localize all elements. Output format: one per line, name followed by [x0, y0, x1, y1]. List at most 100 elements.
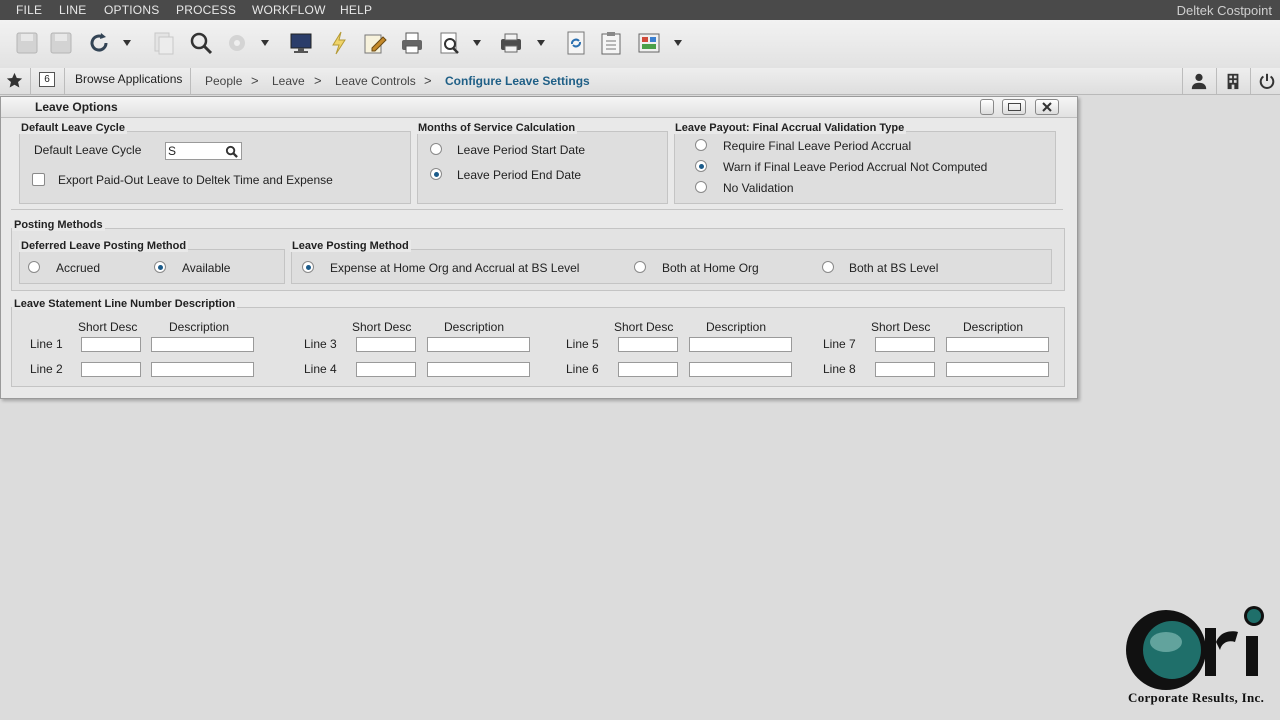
- breadcrumb-separator: >: [251, 73, 259, 88]
- lookup-search-icon[interactable]: [225, 145, 238, 158]
- line-6-description-input[interactable]: [689, 362, 792, 377]
- layout-icon[interactable]: [636, 30, 662, 56]
- section-divider: [11, 209, 1063, 210]
- monitor-icon[interactable]: [288, 30, 314, 56]
- browse-applications-link[interactable]: Browse Applications: [75, 72, 182, 86]
- preview-dropdown-icon[interactable]: [473, 40, 481, 46]
- breadcrumb-leave-controls[interactable]: Leave Controls: [335, 74, 416, 88]
- radio-both-home-org[interactable]: [634, 261, 646, 273]
- print-preview-icon[interactable]: [437, 30, 463, 56]
- divider: [1250, 68, 1251, 94]
- line-7-description-input[interactable]: [946, 337, 1049, 352]
- sync-document-icon[interactable]: [563, 30, 589, 56]
- leave-period-start-label: Leave Period Start Date: [457, 143, 586, 157]
- menu-line[interactable]: LINE: [59, 3, 86, 17]
- default-leave-cycle-label: Default Leave Cycle: [34, 143, 142, 157]
- breadcrumb-separator: >: [314, 73, 322, 88]
- printer-icon[interactable]: [498, 30, 524, 56]
- breadcrumb-leave[interactable]: Leave: [272, 74, 305, 88]
- power-icon[interactable]: [1258, 72, 1276, 90]
- menu-process[interactable]: PROCESS: [176, 3, 236, 17]
- default-leave-cycle-input[interactable]: S: [165, 142, 242, 160]
- toolbar: [0, 20, 1280, 69]
- deferred-posting-legend: Deferred Leave Posting Method: [19, 240, 189, 252]
- settings-gear-icon[interactable]: [224, 30, 250, 56]
- print-icon[interactable]: [399, 30, 425, 56]
- clipboard-icon[interactable]: [598, 30, 624, 56]
- short-desc-header: Short Desc: [352, 320, 412, 334]
- breadcrumb-people[interactable]: People: [205, 74, 242, 88]
- description-header: Description: [169, 320, 230, 334]
- line-4-description-input[interactable]: [427, 362, 530, 377]
- radio-leave-period-end[interactable]: [430, 168, 442, 180]
- refresh-dropdown-icon[interactable]: [123, 40, 131, 46]
- line-3-label: Line 3: [304, 337, 337, 351]
- radio-warn-final-accrual[interactable]: [695, 160, 707, 172]
- user-icon[interactable]: [1190, 72, 1208, 90]
- window-title-bar: Leave Options: [1, 97, 1077, 118]
- warn-final-accrual-label: Warn if Final Leave Period Accrual Not C…: [723, 160, 988, 174]
- line-1-short-desc-input[interactable]: [81, 337, 141, 352]
- save-continue-icon[interactable]: [48, 30, 74, 56]
- line-1-description-input[interactable]: [151, 337, 254, 352]
- radio-expense-home-org[interactable]: [302, 261, 314, 273]
- months-service-legend: Months of Service Calculation: [416, 122, 578, 134]
- close-icon[interactable]: [1035, 99, 1059, 115]
- layout-dropdown-icon[interactable]: [674, 40, 682, 46]
- line-8-short-desc-input[interactable]: [875, 362, 935, 377]
- line-4-short-desc-input[interactable]: [356, 362, 416, 377]
- line-7-short-desc-input[interactable]: [875, 337, 935, 352]
- menu-file[interactable]: FILE: [16, 3, 42, 17]
- open-apps-badge[interactable]: 6: [39, 72, 55, 87]
- cri-logo-text: cri: [1232, 680, 1236, 685]
- save-icon[interactable]: [14, 30, 40, 56]
- line-5-description-input[interactable]: [689, 337, 792, 352]
- cri-logo: cri Corporate Results, Inc.: [1122, 606, 1272, 712]
- menu-workflow[interactable]: WORKFLOW: [252, 3, 326, 17]
- export-paid-out-label: Export Paid-Out Leave to Deltek Time and…: [58, 173, 333, 187]
- copy-icon[interactable]: [150, 30, 176, 56]
- radio-accrued[interactable]: [28, 261, 40, 273]
- breadcrumb-separator: >: [424, 73, 432, 88]
- line-2-short-desc-input[interactable]: [81, 362, 141, 377]
- line-8-label: Line 8: [823, 362, 856, 376]
- favorites-star-icon[interactable]: [6, 72, 23, 89]
- both-home-org-label: Both at Home Org: [662, 261, 759, 275]
- cri-logo-caption: Corporate Results, Inc.: [1128, 690, 1265, 705]
- search-icon[interactable]: [188, 30, 214, 56]
- both-bs-level-label: Both at BS Level: [849, 261, 939, 275]
- refresh-icon[interactable]: [86, 30, 112, 56]
- line-8-description-input[interactable]: [946, 362, 1049, 377]
- line-6-short-desc-input[interactable]: [618, 362, 678, 377]
- maximize-icon[interactable]: [1002, 99, 1026, 115]
- line-3-short-desc-input[interactable]: [356, 337, 416, 352]
- no-validation-label: No Validation: [723, 181, 794, 195]
- line-5-short-desc-input[interactable]: [618, 337, 678, 352]
- settings-dropdown-icon[interactable]: [261, 40, 269, 46]
- posting-methods-legend: Posting Methods: [12, 219, 105, 231]
- radio-both-bs-level[interactable]: [822, 261, 834, 273]
- require-final-accrual-label: Require Final Leave Period Accrual: [723, 139, 912, 153]
- minimize-icon[interactable]: [980, 99, 994, 115]
- radio-require-final-accrual[interactable]: [695, 139, 707, 151]
- menu-help[interactable]: HELP: [340, 3, 372, 17]
- radio-leave-period-start[interactable]: [430, 143, 442, 155]
- divider: [64, 68, 65, 94]
- line-2-description-input[interactable]: [151, 362, 254, 377]
- export-paid-out-checkbox[interactable]: [32, 173, 45, 186]
- menu-options[interactable]: OPTIONS: [104, 3, 159, 17]
- default-leave-cycle-legend: Default Leave Cycle: [19, 122, 127, 134]
- radio-available[interactable]: [154, 261, 166, 273]
- printer-dropdown-icon[interactable]: [537, 40, 545, 46]
- lightning-icon[interactable]: [326, 30, 352, 56]
- description-header: Description: [706, 320, 767, 334]
- window-title: Leave Options: [35, 100, 118, 114]
- radio-no-validation[interactable]: [695, 181, 707, 193]
- divider: [1216, 68, 1217, 94]
- edit-note-icon[interactable]: [362, 30, 388, 56]
- company-building-icon[interactable]: [1224, 72, 1242, 90]
- app-brand: Deltek Costpoint: [1176, 3, 1272, 18]
- line-3-description-input[interactable]: [427, 337, 530, 352]
- divider: [190, 68, 191, 94]
- expense-home-org-label: Expense at Home Org and Accrual at BS Le…: [330, 261, 580, 275]
